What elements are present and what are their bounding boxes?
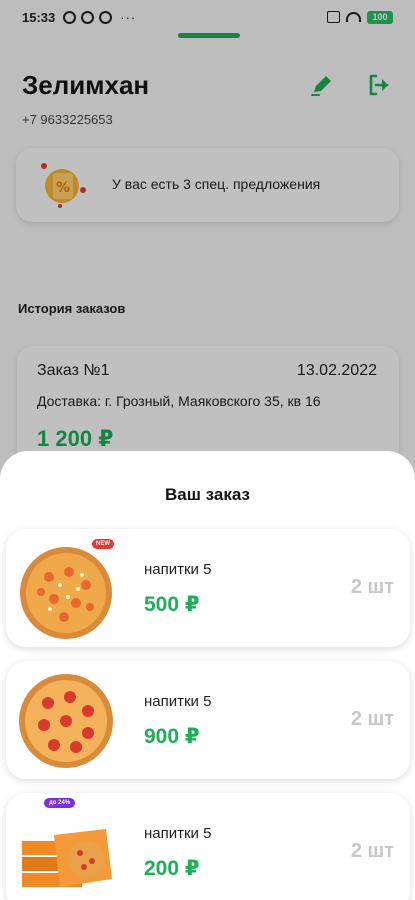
order-bottom-sheet: Ваш заказ NEW напитки 5 500 ₽ 2 шт напит… xyxy=(0,451,415,900)
pizza-image xyxy=(20,547,112,639)
order-item[interactable]: напитки 5 900 ₽ 2 шт xyxy=(6,661,410,779)
item-name: напитки 5 xyxy=(144,693,212,710)
item-quantity: 2 шт xyxy=(350,708,394,730)
item-name: напитки 5 xyxy=(144,825,212,842)
item-price: 900 ₽ xyxy=(144,725,200,748)
item-name: напитки 5 xyxy=(144,561,212,578)
discount-badge: до 24% xyxy=(44,798,76,808)
item-quantity: 2 шт xyxy=(350,576,394,598)
pizza-image xyxy=(19,674,113,768)
item-quantity: 2 шт xyxy=(350,840,394,862)
item-price: 200 ₽ xyxy=(144,857,200,880)
order-item[interactable]: до 24% напитки 5 200 ₽ 2 шт xyxy=(6,793,410,900)
order-item[interactable]: NEW напитки 5 500 ₽ 2 шт xyxy=(6,529,410,647)
sheet-title: Ваш заказ xyxy=(165,485,250,504)
pizza-box-image xyxy=(22,829,112,887)
item-price: 500 ₽ xyxy=(144,593,200,616)
new-badge: NEW xyxy=(92,539,114,549)
